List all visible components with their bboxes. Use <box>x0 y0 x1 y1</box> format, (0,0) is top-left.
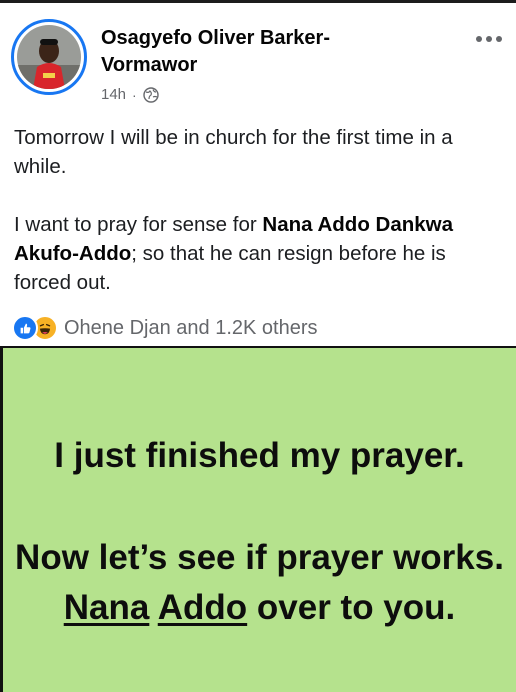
image-line-3: Nana Addo over to you. <box>63 588 456 627</box>
underlined-nana: Nana <box>63 588 150 627</box>
post-image[interactable]: I just finished my prayer. Now let’s see… <box>0 346 516 692</box>
underlined-addo: Addo <box>157 588 248 627</box>
post-meta: 14h · <box>101 86 159 103</box>
post-timestamp[interactable]: 14h <box>101 86 126 103</box>
reactions-bar[interactable]: Ohene Djan and 1.2K others <box>12 315 318 341</box>
post-paragraph-2: I want to pray for sense for Nana Addo D… <box>14 213 454 294</box>
more-options-icon[interactable] <box>476 36 502 42</box>
avatar-photo <box>17 25 81 89</box>
avatar[interactable] <box>11 19 87 95</box>
image-line-2: Now let’s see if prayer works. <box>15 538 504 577</box>
image-line-1: I just finished my prayer. <box>54 436 465 475</box>
globe-icon <box>143 86 159 103</box>
author-name-line2[interactable]: Vormawor <box>101 52 401 79</box>
post-paragraph-1: Tomorrow I will be in church for the fir… <box>14 126 453 178</box>
post-body: Tomorrow I will be in church for the fir… <box>14 123 504 297</box>
author-name[interactable]: Osagyefo Oliver Barker- Vormawor <box>101 25 401 79</box>
facebook-post: Osagyefo Oliver Barker- Vormawor 14h · T… <box>0 3 516 346</box>
meta-separator: · <box>132 86 137 103</box>
like-icon <box>12 315 38 341</box>
author-name-line1[interactable]: Osagyefo Oliver Barker- <box>101 25 401 52</box>
reaction-summary[interactable]: Ohene Djan and 1.2K others <box>64 317 318 340</box>
